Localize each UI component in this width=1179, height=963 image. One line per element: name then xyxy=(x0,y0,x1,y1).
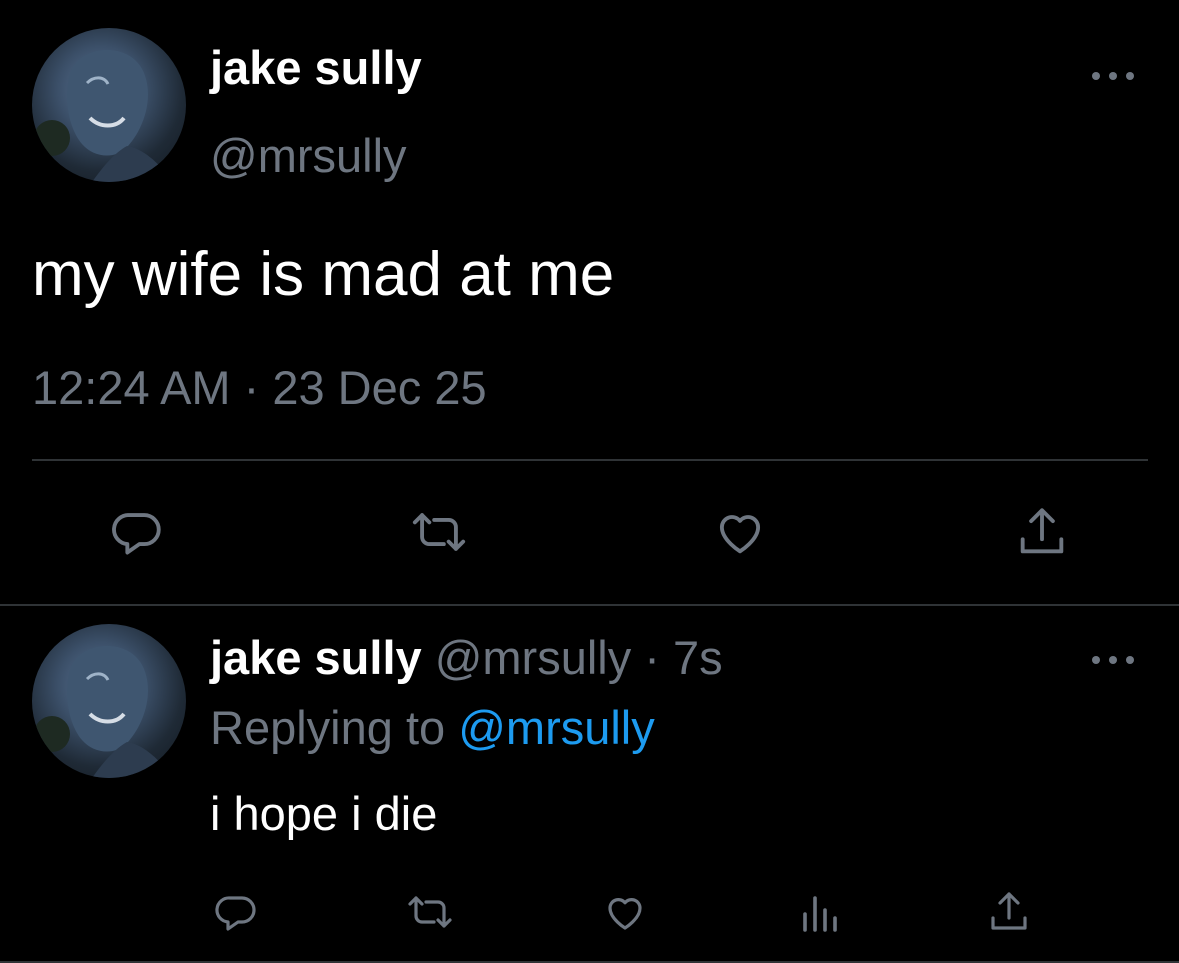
tweet-timestamp[interactable]: 12:24 AM · 23 Dec 25 xyxy=(32,360,487,416)
reply-header: jake sully @mrsully · 7s xyxy=(210,630,723,686)
reply-icon xyxy=(112,513,161,555)
avatar-image xyxy=(34,645,172,778)
more-dots-icon xyxy=(1126,656,1134,664)
share-icon xyxy=(1020,508,1064,554)
mention-link[interactable]: @mrsully xyxy=(458,701,655,754)
analytics-icon xyxy=(803,896,837,932)
section-divider xyxy=(0,604,1179,606)
handle-and-time[interactable]: @mrsully · 7s xyxy=(422,631,723,684)
more-dots-icon xyxy=(1092,656,1100,664)
share-button[interactable] xyxy=(1013,503,1071,561)
more-dots-icon xyxy=(1109,72,1117,80)
replying-label: Replying to xyxy=(210,701,459,754)
divider xyxy=(32,459,1148,461)
more-dots-icon xyxy=(1092,72,1100,80)
avatar[interactable] xyxy=(32,624,186,778)
avatar[interactable] xyxy=(32,28,186,182)
retweet-icon xyxy=(412,513,466,551)
reply-icon xyxy=(215,896,256,931)
retweet-button[interactable] xyxy=(406,888,454,936)
like-icon xyxy=(719,515,761,554)
analytics-button[interactable] xyxy=(795,888,843,936)
more-dots-icon xyxy=(1109,656,1117,664)
share-button[interactable] xyxy=(985,888,1033,936)
like-button[interactable] xyxy=(601,888,649,936)
reply-button[interactable] xyxy=(108,503,166,561)
like-icon xyxy=(608,898,642,930)
more-dots-icon xyxy=(1126,72,1134,80)
more-options-button[interactable] xyxy=(1092,64,1134,88)
like-button[interactable] xyxy=(711,503,769,561)
tweet-text: my wife is mad at me xyxy=(32,240,615,309)
user-handle[interactable]: @mrsully xyxy=(210,128,407,184)
replying-to: Replying to @mrsully xyxy=(210,700,655,756)
retweet-icon xyxy=(408,896,452,928)
display-name[interactable]: jake sully xyxy=(210,631,422,684)
reply-button[interactable] xyxy=(212,888,260,936)
avatar-image xyxy=(34,49,172,182)
tweet-text: i hope i die xyxy=(210,787,438,840)
main-tweet: jake sully @mrsully my wife is mad at me… xyxy=(0,0,1179,605)
display-name[interactable]: jake sully xyxy=(210,40,422,96)
share-icon xyxy=(991,892,1027,930)
retweet-button[interactable] xyxy=(410,503,468,561)
more-options-button[interactable] xyxy=(1092,648,1134,672)
